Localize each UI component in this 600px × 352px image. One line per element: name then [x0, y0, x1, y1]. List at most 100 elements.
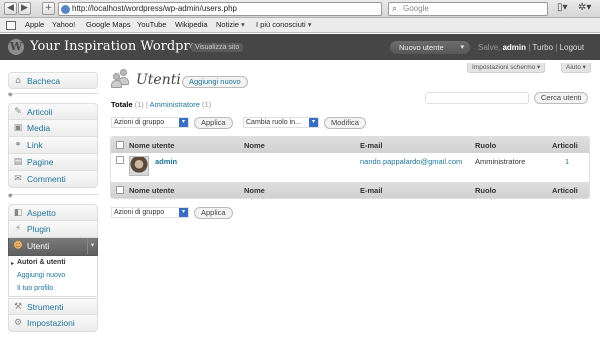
username-cell[interactable]: admin: [155, 157, 177, 166]
select-all-checkbox[interactable]: [116, 141, 124, 149]
plugins-icon: ⚡: [14, 224, 22, 234]
table-footer: Nome utente Nome E-mail Ruolo Articoli: [111, 182, 589, 198]
media-icon: ▣: [13, 123, 23, 133]
sidebar-item-plugin[interactable]: ⚡ Plugin: [8, 221, 98, 238]
wordpress-logo-icon: W: [8, 39, 24, 55]
filter-admin-link[interactable]: Amministratore: [150, 100, 200, 109]
col-email[interactable]: E-mail: [360, 186, 383, 195]
current-marker-icon: ▸: [11, 261, 15, 267]
bookmark-yahoo[interactable]: Yahoo!: [52, 20, 75, 29]
sidebar-item-label: Plugin: [27, 224, 51, 234]
separator-icon: ◆: [8, 193, 13, 199]
add-new-user-button[interactable]: Aggiungi nuovo: [182, 76, 248, 88]
role-cell: Amministratore: [475, 157, 526, 166]
sidebar-item-label: Commenti: [27, 174, 66, 184]
user-links: Salve, admin | Turbo | Logout: [478, 43, 584, 52]
col-username[interactable]: Nome utente: [129, 186, 174, 195]
sidebar-item-aspetto[interactable]: ◧ Aspetto: [8, 204, 98, 221]
col-posts: Articoli: [552, 186, 578, 195]
page-menu-icon[interactable]: ▯▾: [557, 2, 568, 13]
chevron-down-icon: ▾: [309, 118, 318, 127]
col-role: Ruolo: [475, 141, 497, 150]
col-username[interactable]: Nome utente: [129, 141, 174, 150]
sidebar-item-media[interactable]: ▣ Media: [8, 120, 98, 137]
sidebar-item-label: Utenti: [27, 241, 50, 251]
apply-button[interactable]: Applica: [194, 117, 233, 129]
link-icon: ⚭: [14, 140, 22, 150]
col-email[interactable]: E-mail: [360, 141, 383, 150]
users-submenu: ▸ Autori & utenti Aggiungi nuovo Il tuo …: [8, 256, 98, 297]
book-icon[interactable]: [6, 21, 16, 30]
sidebar-item-label: Articoli: [27, 107, 53, 117]
posts-count-cell[interactable]: 1: [565, 157, 569, 166]
col-name[interactable]: Nome: [244, 141, 265, 150]
modify-button[interactable]: Modifica: [324, 117, 366, 129]
email-cell[interactable]: nando.pappalardo@gmail.com: [360, 157, 462, 166]
submenu-autori-utenti[interactable]: Autori & utenti: [17, 259, 66, 266]
wp-admin-header: W Your Inspiration Wordpress Visualizza …: [0, 34, 600, 60]
address-bar[interactable]: http://localhost/wordpress/wp-admin/user…: [58, 2, 382, 16]
settings-icon: ⚙: [13, 318, 23, 328]
user-head-shape: [120, 69, 127, 76]
chevron-down-icon[interactable]: ▾: [460, 41, 464, 54]
tools-icon: ⚒: [13, 302, 23, 312]
turbo-link[interactable]: Turbo: [532, 43, 553, 52]
bookmark-folder-notizie[interactable]: Notizie: [216, 20, 245, 29]
bulk-actions-value: Azioni di gruppo: [114, 119, 165, 126]
row-checkbox[interactable]: [116, 156, 124, 164]
forward-button[interactable]: ▶: [18, 2, 31, 15]
dashboard-icon: ⌂: [15, 76, 21, 86]
users-table: Nome utente Nome E-mail Ruolo Articoli a…: [110, 136, 590, 199]
sidebar-item-impostazioni[interactable]: ⚙ Impostazioni: [8, 315, 98, 332]
comments-icon: ✉: [14, 174, 22, 184]
browser-search-input[interactable]: ⌕ Google: [388, 2, 548, 16]
chevron-down-icon: ▾: [179, 118, 188, 127]
new-user-favorite-button[interactable]: Nuovo utente ▾: [390, 41, 470, 54]
sidebar-item-bacheca[interactable]: ⌂ Bacheca: [8, 72, 98, 89]
change-role-value: Cambia ruolo in...: [246, 119, 301, 126]
bookmark-apple[interactable]: Apple: [25, 20, 44, 29]
sidebar-item-articoli[interactable]: ✎ Articoli: [8, 103, 98, 120]
col-name[interactable]: Nome: [244, 186, 265, 195]
sidebar-item-commenti[interactable]: ✉ Commenti: [8, 171, 98, 188]
filter-all-label[interactable]: Totale: [111, 100, 133, 109]
menu-separator: ◆: [8, 91, 98, 98]
submenu-aggiungi-nuovo[interactable]: Aggiungi nuovo: [17, 272, 65, 279]
sidebar-item-link[interactable]: ⚭ Link: [8, 137, 98, 154]
help-tab[interactable]: Aiuto: [561, 63, 591, 73]
bulk-actions-select[interactable]: Azioni di gruppo ▾: [111, 117, 189, 128]
user-role-filters: Totale (1) | Amministratore (1): [111, 100, 211, 109]
pages-icon: ▤: [13, 157, 23, 167]
posts-icon: ✎: [14, 107, 22, 117]
bulk-actions-select-bottom[interactable]: Azioni di gruppo ▾: [111, 207, 189, 218]
sidebar-item-utenti[interactable]: ☻ Utenti ▾: [8, 238, 98, 256]
search-users-button[interactable]: Cerca utenti: [534, 92, 589, 104]
add-tab-button[interactable]: +: [42, 2, 55, 15]
change-role-select[interactable]: Cambia ruolo in... ▾: [243, 117, 319, 128]
sidebar-item-label: Aspetto: [27, 208, 56, 218]
table-row: admin nando.pappalardo@gmail.com Amminis…: [111, 153, 589, 182]
bookmark-folder-piu-conosciuti[interactable]: I più conosciuti: [256, 20, 311, 29]
search-users-input[interactable]: [425, 92, 529, 104]
bookmark-google-maps[interactable]: Google Maps: [86, 20, 131, 29]
submenu-tuo-profilo[interactable]: Il tuo profilo: [17, 285, 53, 292]
screen-options-tab[interactable]: Impostazioni schermo: [467, 63, 546, 73]
bookmark-youtube[interactable]: YouTube: [137, 20, 166, 29]
sidebar-item-label: Pagine: [27, 157, 54, 167]
bookmarks-bar: Apple Yahoo! Google Maps YouTube Wikiped…: [0, 18, 600, 33]
sidebar-item-strumenti[interactable]: ⚒ Strumenti: [8, 298, 98, 315]
username-link[interactable]: admin: [502, 43, 526, 52]
bookmark-wikipedia[interactable]: Wikipedia: [175, 20, 208, 29]
avatar: [129, 156, 149, 176]
visit-site-button[interactable]: Visualizza sito: [191, 43, 244, 52]
gear-icon[interactable]: ✲▾: [578, 2, 591, 13]
sidebar-item-pagine[interactable]: ▤ Pagine: [8, 154, 98, 171]
chevron-down-icon[interactable]: ▾: [87, 238, 97, 254]
site-title[interactable]: Your Inspiration Wordpress: [30, 39, 211, 54]
select-all-checkbox[interactable]: [116, 186, 124, 194]
sidebar-item-label: Strumenti: [27, 302, 64, 312]
apply-button-bottom[interactable]: Applica: [194, 207, 233, 219]
back-button[interactable]: ◀: [4, 2, 17, 15]
logout-link[interactable]: Logout: [560, 43, 584, 52]
separator-icon: ◆: [8, 92, 13, 98]
